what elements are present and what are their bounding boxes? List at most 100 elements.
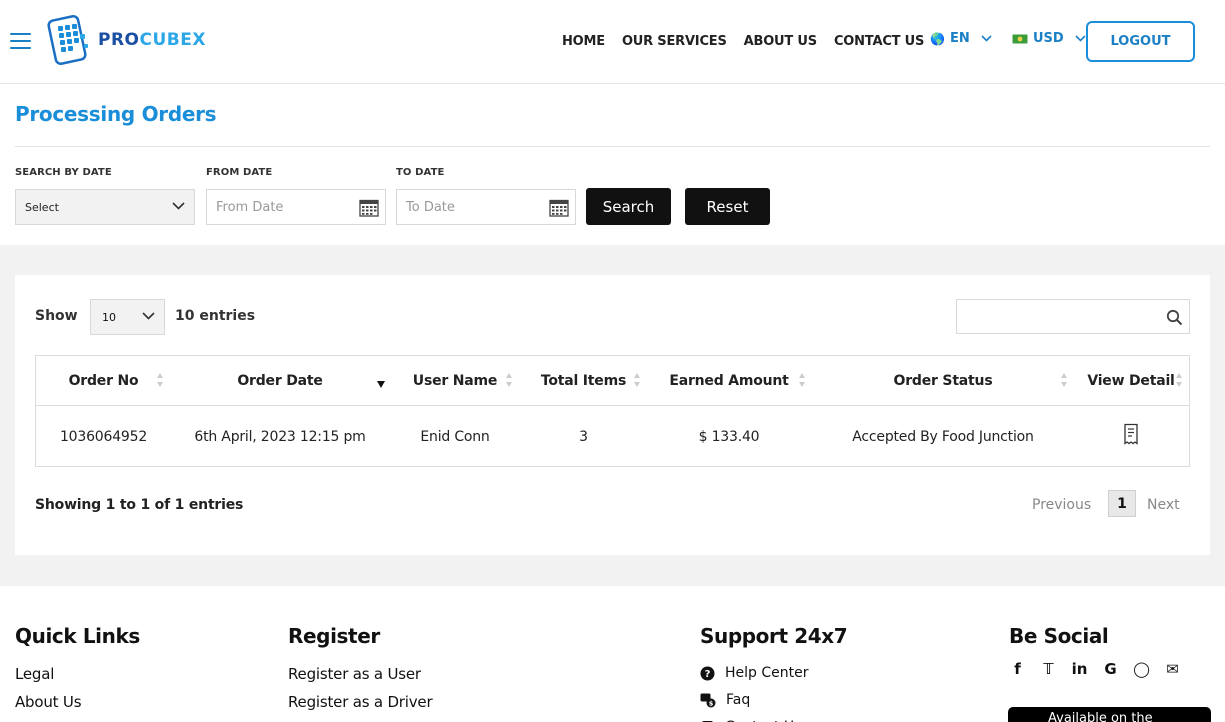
footer-link-register-driver[interactable]: Register as a Driver	[288, 688, 433, 716]
to-date-label: TO DATE	[396, 167, 445, 178]
search-by-date-label: SEARCH BY DATE	[15, 167, 112, 178]
entries-label: 10 entries	[175, 308, 256, 324]
nav-our-services[interactable]: OUR SERVICES	[622, 34, 727, 49]
help-center-label: Help Center	[725, 665, 809, 681]
footer-quick-links: Quick Links Legal About Us	[15, 624, 140, 716]
entries-per-page-value: 10	[102, 310, 116, 324]
twitter-icon[interactable]: 𝕋	[1040, 660, 1057, 678]
chevron-down-icon	[1075, 35, 1086, 42]
faq-icon: $	[700, 693, 716, 708]
facebook-icon[interactable]: f	[1009, 660, 1026, 678]
receipt-icon[interactable]	[1122, 423, 1140, 445]
brand-name: PROCUBEX	[98, 30, 206, 50]
footer-link-help-center[interactable]: ? Help Center	[700, 660, 847, 687]
social-icons: f 𝕋 in G ◯ ✉	[1009, 660, 1181, 678]
menu-icon[interactable]	[10, 32, 31, 50]
contact-us-label: Contact Us	[725, 714, 801, 722]
col-earned-amount[interactable]: Earned Amount	[654, 356, 804, 406]
from-date-placeholder: From Date	[216, 199, 284, 215]
from-date-label: FROM DATE	[206, 167, 273, 178]
app-store-button[interactable]: Available on the	[1008, 707, 1211, 722]
search-by-date-select[interactable]: Select	[15, 189, 195, 225]
nav-about-us[interactable]: ABOUT US	[744, 34, 817, 49]
logout-button[interactable]: LOGOUT	[1086, 21, 1195, 62]
filter-section: Processing Orders SEARCH BY DATE Select …	[0, 84, 1225, 245]
to-date-input[interactable]: To Date	[396, 189, 576, 225]
orders-table: Order No Order Date User Name Total Item…	[35, 355, 1190, 467]
currency-selector[interactable]: USD	[1006, 31, 1086, 46]
pagination-previous[interactable]: Previous	[1032, 497, 1091, 513]
nav-contact-us[interactable]: CONTACT US	[834, 34, 924, 49]
be-social-heading: Be Social	[1009, 624, 1109, 648]
table-header: Order No Order Date User Name Total Item…	[36, 356, 1189, 406]
sort-icon[interactable]	[1061, 373, 1068, 389]
chevron-down-icon	[172, 202, 185, 210]
quick-links-heading: Quick Links	[15, 624, 140, 648]
nav-home[interactable]: HOME	[562, 34, 605, 49]
show-label: Show	[35, 308, 78, 324]
footer-link-contact-us[interactable]: Contact Us	[700, 714, 847, 722]
footer-register: Register Register as a User Register as …	[288, 624, 433, 716]
footer-link-about-us[interactable]: About Us	[15, 688, 140, 716]
sort-desc-icon[interactable]	[377, 381, 385, 388]
col-order-date[interactable]: Order Date	[186, 356, 374, 406]
cell-earned-amount: $ 133.40	[698, 428, 760, 445]
chevron-down-icon	[142, 312, 155, 320]
register-heading: Register	[288, 624, 380, 648]
footer-support: Support 24x7 ? Help Center $ Faq Contact…	[700, 624, 848, 722]
sort-icon[interactable]	[799, 373, 806, 389]
col-order-no[interactable]: Order No	[36, 356, 171, 406]
from-date-input[interactable]: From Date	[206, 189, 386, 225]
search-icon[interactable]	[1166, 309, 1183, 326]
site-header: PROCUBEX HOME OUR SERVICES ABOUT US CONT…	[0, 0, 1225, 84]
globe-icon: 🌎	[930, 31, 945, 46]
svg-text:?: ?	[705, 669, 711, 680]
question-circle-icon: ?	[700, 666, 715, 681]
calendar-icon[interactable]	[549, 198, 569, 217]
sort-icon[interactable]	[1176, 373, 1183, 389]
instagram-icon[interactable]: ◯	[1133, 660, 1150, 678]
search-button[interactable]: Search	[586, 188, 671, 225]
col-order-status[interactable]: Order Status	[826, 356, 1060, 406]
main-nav: HOME OUR SERVICES ABOUT US CONTACT US	[562, 31, 941, 51]
cell-total-items: 3	[579, 428, 588, 445]
footer-social: Be Social f 𝕋 in G ◯ ✉	[1009, 624, 1181, 678]
chevron-down-icon	[981, 35, 992, 42]
showing-entries-text: Showing 1 to 1 of 1 entries	[35, 497, 244, 513]
site-footer: Quick Links Legal About Us Register Regi…	[0, 586, 1225, 722]
footer-link-faq[interactable]: $ Faq	[700, 687, 847, 714]
currency-value: USD	[1033, 31, 1064, 46]
support-heading: Support 24x7	[700, 624, 848, 648]
col-user-name[interactable]: User Name	[401, 356, 509, 406]
linkedin-icon[interactable]: in	[1071, 660, 1088, 678]
to-date-placeholder: To Date	[406, 199, 455, 215]
reset-button[interactable]: Reset	[685, 188, 770, 225]
cell-user-name: Enid Conn	[420, 428, 490, 445]
pagination-next[interactable]: Next	[1147, 497, 1180, 513]
money-icon	[1012, 34, 1028, 43]
pagination-page-1[interactable]: 1	[1108, 490, 1136, 517]
footer-link-legal[interactable]: Legal	[15, 660, 140, 688]
divider	[15, 146, 1210, 147]
table-search-input[interactable]	[956, 299, 1190, 334]
google-icon[interactable]: G	[1102, 660, 1119, 678]
brand-logo[interactable]: PROCUBEX	[44, 14, 206, 66]
sort-icon[interactable]	[506, 373, 513, 389]
sort-icon[interactable]	[634, 373, 641, 389]
cell-view-detail	[1081, 407, 1181, 466]
cube-logo-icon	[47, 15, 88, 65]
entries-per-page-select[interactable]: 10	[90, 299, 165, 335]
footer-link-register-user[interactable]: Register as a User	[288, 660, 432, 688]
language-selector[interactable]: 🌎 EN	[930, 31, 992, 46]
sort-icon[interactable]	[157, 373, 164, 389]
email-icon[interactable]: ✉	[1164, 660, 1181, 678]
faq-label: Faq	[726, 692, 751, 708]
calendar-icon[interactable]	[359, 198, 379, 217]
language-value: EN	[949, 31, 970, 46]
cell-order-no: 1036064952	[59, 428, 148, 445]
orders-card: Show 10 10 entries Order No Order Date U…	[15, 275, 1210, 555]
store-button-label: Available on the	[1048, 711, 1153, 722]
col-total-items[interactable]: Total Items	[531, 356, 636, 406]
search-by-date-value: Select	[25, 200, 59, 214]
col-view-detail[interactable]: View Detail	[1081, 356, 1181, 406]
